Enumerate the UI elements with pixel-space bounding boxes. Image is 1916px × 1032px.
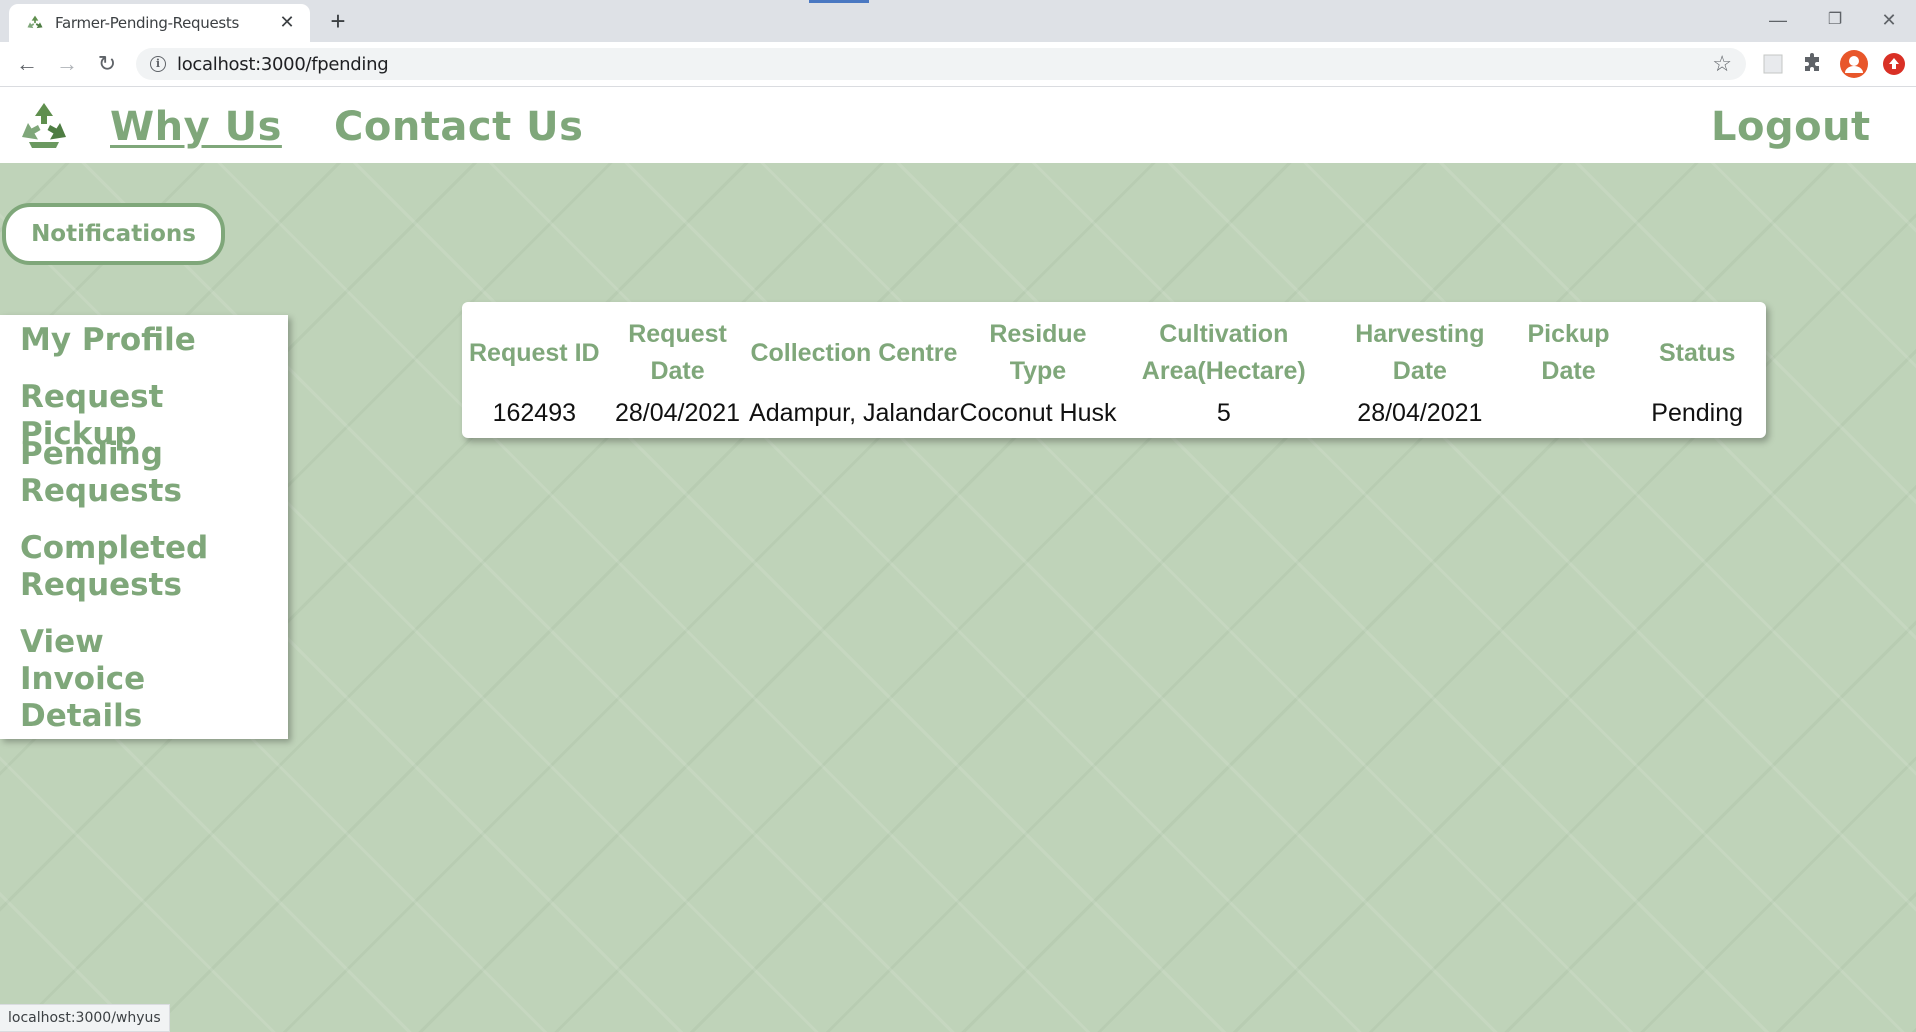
column-header-pickup-date: Pickup Date [1527,320,1610,385]
cell-request-id: 162493 [492,399,577,427]
cell-residue-type: Coconut Husk [959,399,1117,427]
table-row: 162493 28/04/2021 Adampur, Jalandar Coco… [462,390,1766,428]
logout-link[interactable]: Logout [1711,104,1871,150]
reload-icon[interactable]: ↻ [91,48,123,80]
browser-tab-strip: Farmer-Pending-Requests ✕ + — ❐ ✕ [0,0,1916,42]
cell-request-date: 28/04/2021 [614,399,741,427]
column-header-status: Status [1658,338,1736,367]
extension-icon[interactable] [1761,52,1785,76]
tab-close-icon[interactable]: ✕ [276,11,298,33]
site-header: Why Us Contact Us Logout [0,87,1916,163]
window-close-icon[interactable]: ✕ [1866,4,1912,36]
browser-toolbar: ← → ↻ i localhost:3000/fpending ☆ [0,42,1916,87]
status-bar-url: localhost:3000/whyus [0,1004,170,1032]
nav-why-us-link[interactable]: Why Us [110,104,282,150]
sidebar-item-completed-requests[interactable]: Completed Requests [20,530,220,604]
pending-requests-table-card: Request ID Request Date Collection Centr… [462,302,1766,438]
main-content: Notifications My Profile Request Pickup … [0,163,1916,1032]
sidebar-item-my-profile[interactable]: My Profile [20,322,282,359]
minimize-icon[interactable]: — [1755,4,1801,36]
bookmark-star-icon[interactable]: ☆ [1712,51,1732,77]
recycle-icon[interactable] [18,100,70,152]
column-header-residue-type: Residue Type [989,320,1087,385]
update-icon[interactable] [1883,53,1905,75]
notifications-button[interactable]: Notifications [2,203,225,265]
restore-icon[interactable]: ❐ [1812,4,1858,36]
table-header-row: Request ID Request Date Collection Centr… [462,316,1766,390]
url-text: localhost:3000/fpending [177,54,389,75]
column-header-request-id: Request ID [469,338,600,367]
column-header-cultivation-area: Cultivation Area(Hectare) [1141,320,1306,385]
column-header-request-date: Request Date [628,320,727,385]
sidebar-item-view-invoice-details[interactable]: View Invoice Details [20,624,230,735]
column-header-collection-centre: Collection Centre [750,338,958,367]
address-bar[interactable]: i localhost:3000/fpending ☆ [136,48,1746,80]
nav-contact-us-link[interactable]: Contact Us [334,104,583,150]
browser-tab[interactable]: Farmer-Pending-Requests ✕ [9,4,310,42]
back-arrow-icon[interactable]: ← [11,48,43,80]
cell-cultivation-area: 5 [1216,399,1231,427]
cell-harvesting-date: 28/04/2021 [1357,399,1483,427]
column-header-harvesting-date: Harvesting Date [1355,320,1485,385]
pending-requests-table: Request ID Request Date Collection Centr… [462,316,1766,428]
tab-title: Farmer-Pending-Requests [55,14,240,32]
new-tab-button[interactable]: + [323,6,353,36]
sidebar-item-pending-requests[interactable]: Pending Requests [20,436,190,510]
puzzle-icon[interactable] [1801,52,1825,76]
profile-avatar-icon[interactable] [1840,50,1868,78]
sidebar: My Profile Request Pickup Pending Reques… [0,315,288,739]
cell-status: Pending [1651,399,1744,427]
cell-collection-centre: Adampur, Jalandar [749,399,959,427]
site-info-icon[interactable]: i [150,56,166,72]
tab-strip-indicator [809,0,869,3]
recycle-icon [27,15,43,29]
forward-arrow-icon[interactable]: → [51,48,83,80]
cell-pickup-date [1509,390,1629,428]
